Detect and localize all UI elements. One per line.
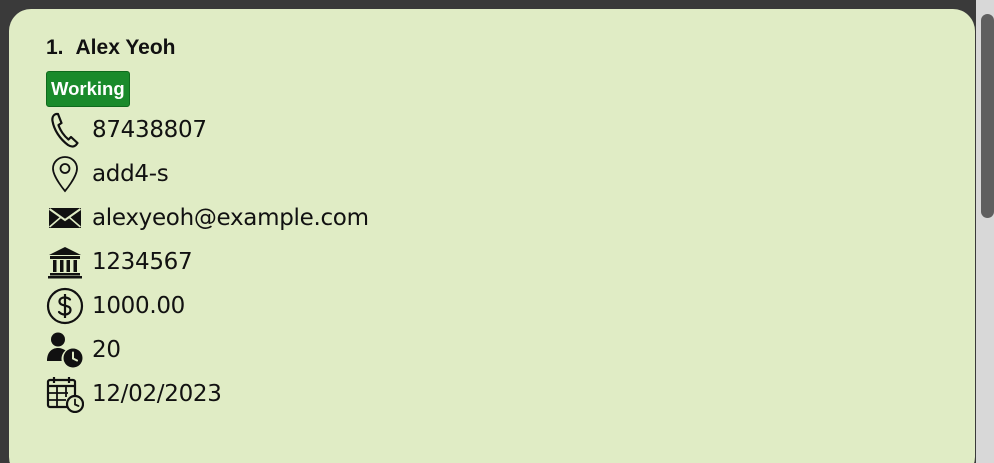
person-list-window: 1. Alex Yeoh Working 87438807 add4-s ale… (0, 0, 994, 463)
bank-icon (46, 243, 84, 281)
salary-value: 1000.00 (92, 293, 186, 319)
hours-field: 20 (46, 331, 121, 369)
address-value: add4-s (92, 161, 169, 187)
envelope-icon (46, 199, 84, 237)
person-name-row: 1. Alex Yeoh (46, 36, 176, 60)
person-index: 1. (46, 36, 64, 59)
phone-value: 87438807 (92, 117, 207, 143)
date-value: 12/02/2023 (92, 381, 222, 407)
hours-value: 20 (92, 337, 121, 363)
email-field: alexyeoh@example.com (46, 199, 369, 237)
status-tag: Working (46, 71, 130, 107)
calendar-clock-icon (46, 375, 84, 413)
phone-field: 87438807 (46, 111, 207, 149)
scrollbar-thumb[interactable] (981, 14, 994, 218)
location-pin-icon (46, 155, 84, 193)
date-field: 12/02/2023 (46, 375, 222, 413)
address-field: add4-s (46, 155, 169, 193)
bank-account-value: 1234567 (92, 249, 193, 275)
person-name: Alex Yeoh (75, 36, 176, 59)
dollar-icon (46, 287, 84, 325)
salary-field: 1000.00 (46, 287, 185, 325)
email-value: alexyeoh@example.com (92, 205, 369, 231)
person-clock-icon (46, 331, 84, 369)
phone-icon (46, 111, 84, 149)
bank-account-field: 1234567 (46, 243, 193, 281)
